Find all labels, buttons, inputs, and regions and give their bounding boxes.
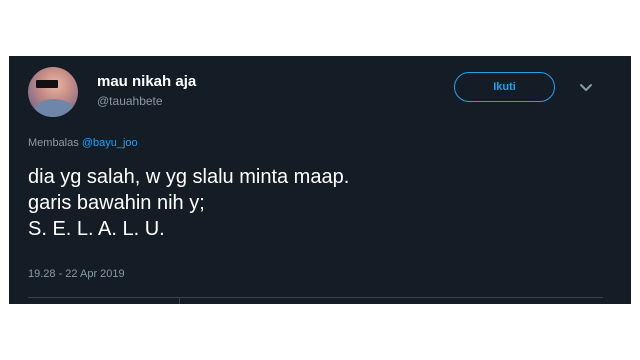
- tweet-text: dia yg salah, w yg slalu minta maap. gar…: [28, 164, 349, 242]
- follow-button[interactable]: Ikuti: [454, 72, 555, 102]
- tweet-text-line: garis bawahin nih y;: [28, 192, 205, 214]
- divider: [28, 297, 603, 298]
- chevron-down-icon[interactable]: [574, 78, 598, 98]
- reply-context: Membalas @bayu_joo: [28, 137, 138, 149]
- display-name[interactable]: mau nikah aja: [97, 73, 196, 90]
- divider-tick: [179, 298, 180, 304]
- tweet-card: mau nikah aja @tauahbete Ikuti Membalas …: [9, 56, 631, 304]
- reply-prefix: Membalas: [28, 137, 79, 149]
- username[interactable]: @tauahbete: [97, 94, 163, 108]
- avatar[interactable]: [28, 67, 78, 117]
- tweet-text-line: S. E. L. A. L. U.: [28, 218, 165, 240]
- timestamp[interactable]: 19.28 - 22 Apr 2019: [28, 268, 125, 280]
- avatar-label-tag: [36, 80, 58, 88]
- tweet-text-line: dia yg salah, w yg slalu minta maap.: [28, 166, 350, 188]
- avatar-shirt: [34, 99, 74, 117]
- reply-mention-link[interactable]: @bayu_joo: [82, 137, 138, 149]
